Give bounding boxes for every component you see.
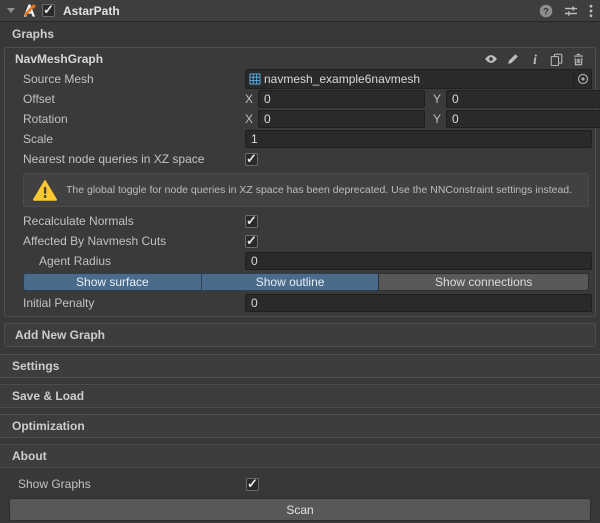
xz-query-row: Nearest node queries in XZ space: [5, 149, 592, 169]
source-mesh-row: Source Mesh navmesh_example6navmesh: [5, 69, 592, 89]
show-outline-button[interactable]: Show outline: [201, 273, 380, 291]
recalculate-normals-label: Recalculate Normals: [23, 214, 245, 228]
offset-vector: X Y Z: [245, 90, 600, 108]
about-label: About: [12, 449, 47, 463]
navmesh-cuts-checkbox[interactable]: [245, 235, 258, 248]
show-graphs-row: Show Graphs: [0, 474, 600, 494]
agent-radius-label: Agent Radius: [23, 254, 245, 268]
edit-pencil-icon[interactable]: [505, 52, 520, 67]
recalculate-normals-checkbox[interactable]: [245, 215, 258, 228]
component-header: AstarPath ?: [0, 0, 600, 22]
save-load-section-header[interactable]: Save & Load: [0, 384, 600, 408]
recalculate-normals-row: Recalculate Normals: [5, 211, 592, 231]
object-picker-icon[interactable]: [573, 70, 591, 88]
menu-kebab-icon[interactable]: [589, 4, 593, 18]
axis-x-label: X: [245, 112, 255, 126]
rotation-label: Rotation: [23, 112, 245, 126]
graphs-section-label: Graphs: [12, 27, 54, 41]
source-mesh-object-field[interactable]: navmesh_example6navmesh: [245, 69, 592, 89]
optimization-section-header[interactable]: Optimization: [0, 414, 600, 438]
source-mesh-label: Source Mesh: [23, 72, 245, 86]
warning-triangle-icon: [33, 180, 57, 201]
component-enabled-checkbox[interactable]: [42, 4, 55, 17]
mesh-grid-icon: [249, 73, 261, 85]
show-graphs-label: Show Graphs: [18, 477, 246, 491]
rotation-x-input[interactable]: [258, 110, 425, 128]
rotation-vector: X Y Z: [245, 110, 600, 128]
add-new-graph-label: Add New Graph: [15, 328, 105, 342]
settings-section-header[interactable]: Settings: [0, 354, 600, 378]
settings-label: Settings: [12, 359, 59, 373]
add-new-graph-button[interactable]: Add New Graph: [4, 323, 596, 347]
offset-x-input[interactable]: [258, 90, 425, 108]
offset-y-input[interactable]: [446, 90, 600, 108]
component-title: AstarPath: [63, 4, 120, 18]
axis-y-label: Y: [433, 112, 443, 126]
agent-radius-row: Agent Radius: [5, 251, 592, 271]
visibility-eye-icon[interactable]: [483, 52, 498, 67]
about-section-header[interactable]: About: [0, 444, 600, 468]
navmeshgraph-group: NavMeshGraph i: [4, 47, 596, 317]
initial-penalty-row: Initial Penalty: [5, 293, 592, 313]
svg-text:i: i: [533, 52, 537, 66]
info-icon[interactable]: i: [527, 52, 542, 67]
scan-button[interactable]: Scan: [9, 498, 591, 521]
scale-input[interactable]: [245, 130, 592, 148]
navmeshgraph-header[interactable]: NavMeshGraph i: [5, 49, 592, 69]
warning-text: The global toggle for node queries in XZ…: [66, 184, 572, 196]
show-surface-button[interactable]: Show surface: [23, 273, 202, 291]
svg-text:?: ?: [543, 6, 549, 17]
source-mesh-value: navmesh_example6navmesh: [264, 72, 573, 86]
navmesh-cuts-label: Affected By Navmesh Cuts: [23, 234, 245, 248]
show-connections-button[interactable]: Show connections: [378, 273, 589, 291]
graphs-section-header[interactable]: Graphs: [0, 22, 600, 46]
show-graphs-checkbox[interactable]: [246, 478, 259, 491]
agent-radius-input[interactable]: [245, 252, 592, 270]
xz-query-checkbox[interactable]: [245, 153, 258, 166]
astar-logo-icon: [22, 3, 37, 18]
offset-row: Offset X Y Z: [5, 89, 592, 109]
offset-label: Offset: [23, 92, 245, 106]
deprecation-warning-box: The global toggle for node queries in XZ…: [23, 173, 589, 207]
navmeshgraph-title: NavMeshGraph: [15, 52, 103, 66]
optimization-label: Optimization: [12, 419, 85, 433]
save-load-label: Save & Load: [12, 389, 84, 403]
foldout-arrow-icon[interactable]: [7, 8, 15, 13]
delete-trash-icon[interactable]: [571, 52, 586, 67]
debug-draw-button-group: Show surface Show outline Show connectio…: [23, 273, 589, 291]
xz-query-label: Nearest node queries in XZ space: [23, 152, 245, 166]
rotation-y-input[interactable]: [446, 110, 600, 128]
axis-y-label: Y: [433, 92, 443, 106]
axis-x-label: X: [245, 92, 255, 106]
help-icon[interactable]: ?: [539, 4, 553, 18]
duplicate-icon[interactable]: [549, 52, 564, 67]
scale-row: Scale: [5, 129, 592, 149]
navmesh-cuts-row: Affected By Navmesh Cuts: [5, 231, 592, 251]
presets-icon[interactable]: [564, 4, 578, 18]
initial-penalty-label: Initial Penalty: [23, 296, 245, 310]
initial-penalty-input[interactable]: [245, 294, 592, 312]
scale-label: Scale: [23, 132, 245, 146]
rotation-row: Rotation X Y Z: [5, 109, 592, 129]
